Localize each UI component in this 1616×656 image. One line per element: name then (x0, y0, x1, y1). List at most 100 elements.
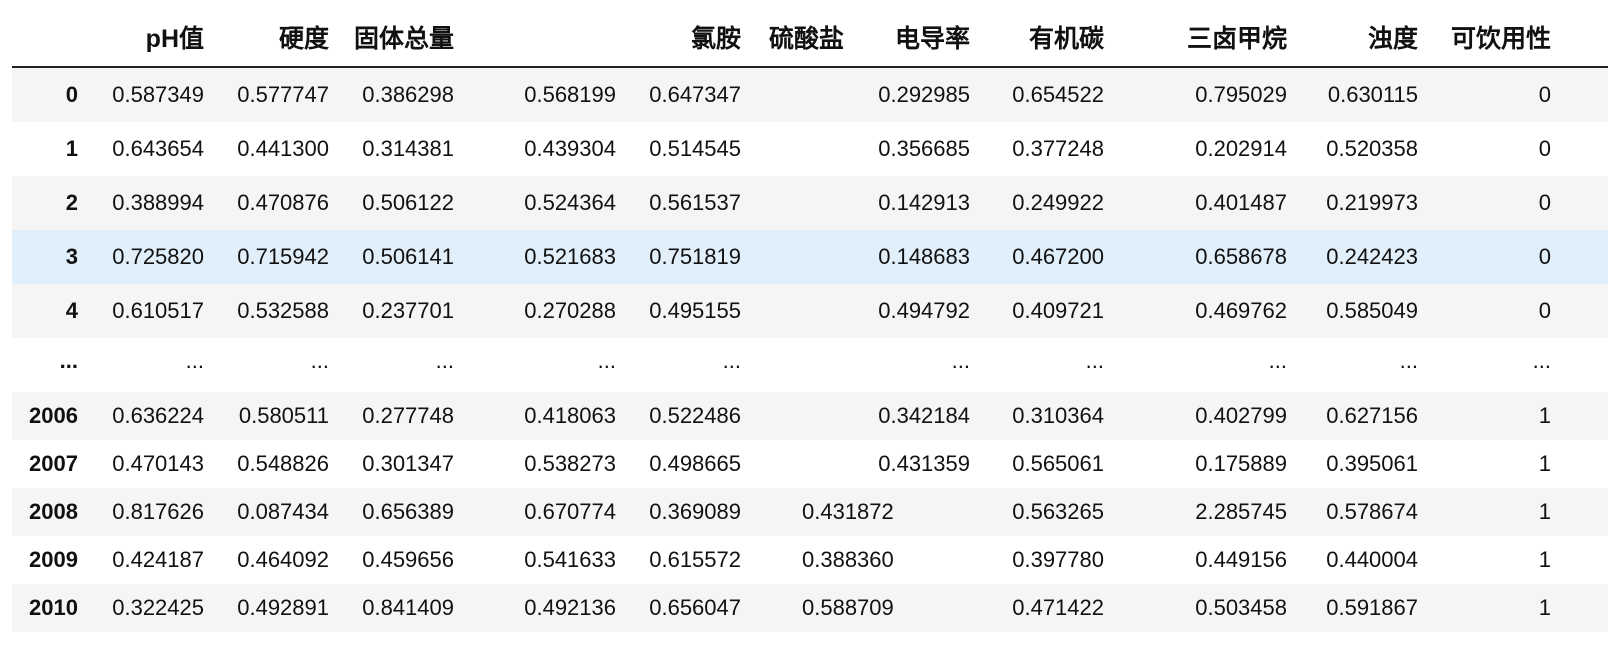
table-row: 2 0.388994 0.470876 0.506122 0.524364 0.56153… (12, 176, 1608, 230)
table-cell: 0.591867 (1326, 595, 1418, 620)
column-header-solids: 固体总量 (353, 25, 454, 53)
table-cell: 0.585049 (1326, 298, 1418, 323)
table-cell: ... (435, 348, 454, 373)
table-row: 4 0.610517 0.532588 0.237701 0.270288 0.49515… (12, 284, 1608, 338)
table-cell: 0.470876 (237, 190, 329, 215)
table-cell: 0.725820 (112, 244, 204, 269)
table-cell: 0.670774 (524, 499, 616, 524)
table-body: 0 0.587349 0.577747 0.386298 0.568199 0.64734… (12, 68, 1608, 632)
row-index: 2009 (29, 547, 78, 572)
table-cell: 0.498665 (649, 451, 741, 476)
table-cell: 0.431872 (802, 499, 894, 524)
table-cell: 0.751819 (649, 244, 741, 269)
table-row: 2006 0.636224 0.580511 0.277748 0.418063 0.52… (12, 392, 1608, 440)
table-cell: 0.795029 (1195, 82, 1287, 107)
ellipsis-row: ................................. (12, 338, 1608, 392)
table-cell: 0 (1538, 82, 1551, 107)
table-cell: 0.202914 (1195, 136, 1287, 161)
table-cell: 1 (1538, 595, 1551, 620)
column-header-ph: pH值 (145, 25, 204, 53)
table-cell: 0.470143 (112, 451, 204, 476)
table-cell: 0.643654 (112, 136, 204, 161)
table-cell: 0.249922 (1012, 190, 1104, 215)
column-header-sulfate: 硫酸盐 (768, 25, 844, 53)
table-cell: 0.494792 (878, 298, 970, 323)
table-cell: 0.630115 (1327, 82, 1418, 107)
table-row: 2009 0.424187 0.464092 0.459656 0.541633 0.61… (12, 536, 1608, 584)
table-cell: 0.464092 (237, 547, 329, 572)
table-cell: 0.469762 (1195, 298, 1287, 323)
table-row: 2010 0.322425 0.492891 0.841409 0.492136 0.65… (12, 584, 1608, 632)
table-cell: 0.237701 (362, 298, 454, 323)
table-cell: ... (1268, 348, 1287, 373)
table-cell: 2.285745 (1195, 499, 1287, 524)
table-cell: 0.401487 (1195, 190, 1287, 215)
table-cell: 0.459656 (362, 547, 454, 572)
table-cell: ... (185, 348, 204, 373)
table-cell: 0.148683 (878, 244, 970, 269)
table-cell: 0.578674 (1326, 499, 1418, 524)
table-cell: 0.658678 (1195, 244, 1287, 269)
table-cell: 0.561537 (649, 190, 741, 215)
table-cell: 0.395061 (1326, 451, 1418, 476)
table-cell: 0.495155 (649, 298, 741, 323)
table-cell: 0.587349 (112, 82, 204, 107)
table-cell: 0.322425 (112, 595, 204, 620)
table-cell: 0.548826 (237, 451, 329, 476)
row-index: 3 (65, 244, 78, 269)
table-cell: 0.656389 (362, 499, 454, 524)
table-cell: 0.424187 (112, 547, 204, 572)
table-cell: 0.397780 (1012, 547, 1104, 572)
table-row: 3 0.725820 0.715942 0.506141 0.521683 0.75181… (12, 230, 1608, 284)
table-cell: 0.532588 (237, 298, 329, 323)
table-row: 2007 0.470143 0.548826 0.301347 0.538273 0.49… (12, 440, 1608, 488)
table-cell: 0.242423 (1326, 244, 1418, 269)
row-index: 2008 (29, 499, 78, 524)
table-cell: 0.314381 (362, 136, 454, 161)
table-cell: 0.087434 (237, 499, 329, 524)
table-cell: ... (1085, 348, 1104, 373)
table-cell: 0.514545 (649, 136, 741, 161)
table-cell: 0.356685 (878, 136, 970, 161)
table-cell: 0.568199 (524, 82, 616, 107)
table-cell: 0.301347 (362, 451, 454, 476)
table-cell: 0.521683 (524, 244, 616, 269)
row-index: 1 (65, 136, 78, 161)
table-cell: 0.440004 (1326, 547, 1418, 572)
row-index: 2010 (29, 595, 78, 620)
table-cell: 0.522486 (649, 403, 741, 428)
table-cell: 0.342184 (878, 403, 970, 428)
table-cell: 0 (1538, 136, 1551, 161)
table-cell: 0.492136 (524, 595, 616, 620)
table-cell: 0.610517 (112, 298, 204, 323)
table-cell: 0.841409 (362, 595, 454, 620)
table-cell: 0.656047 (649, 595, 741, 620)
table-header-row: pH值 硬度 固体总量 氯胺 硫酸盐 电导率 有机碳 三卤甲烷 浊度 可饮用性 (12, 0, 1608, 68)
column-header-turbidity: 浊度 (1367, 25, 1418, 53)
table-cell: 0.388994 (112, 190, 204, 215)
table-cell: 0.506122 (362, 190, 454, 215)
table-cell: 0.565061 (1012, 451, 1104, 476)
table-cell: 1 (1538, 547, 1551, 572)
table-cell: 0 (1538, 298, 1551, 323)
column-header-trihalomethanes: 三卤甲烷 (1186, 25, 1287, 53)
table-cell: 0.627156 (1326, 403, 1418, 428)
table-cell: 0.563265 (1012, 499, 1104, 524)
table-cell: 0.520358 (1326, 136, 1418, 161)
table-cell: ... (597, 348, 616, 373)
table-cell: 0.292985 (878, 82, 970, 107)
row-index: 0 (65, 82, 78, 107)
table-cell: 0.506141 (362, 244, 454, 269)
table-cell: 0.715942 (237, 244, 329, 269)
table-cell: 0.431359 (878, 451, 970, 476)
table-cell: 1 (1538, 451, 1551, 476)
table-cell: 1 (1538, 403, 1551, 428)
row-index: 4 (65, 298, 78, 323)
table-cell: ... (1532, 348, 1551, 373)
table-cell: 0.449156 (1195, 547, 1287, 572)
table-cell: 0.369089 (649, 499, 741, 524)
table-cell: 0.270288 (524, 298, 616, 323)
table-cell: 0.492891 (237, 595, 329, 620)
table-cell: 0.503458 (1195, 595, 1287, 620)
row-index: 2 (65, 190, 78, 215)
